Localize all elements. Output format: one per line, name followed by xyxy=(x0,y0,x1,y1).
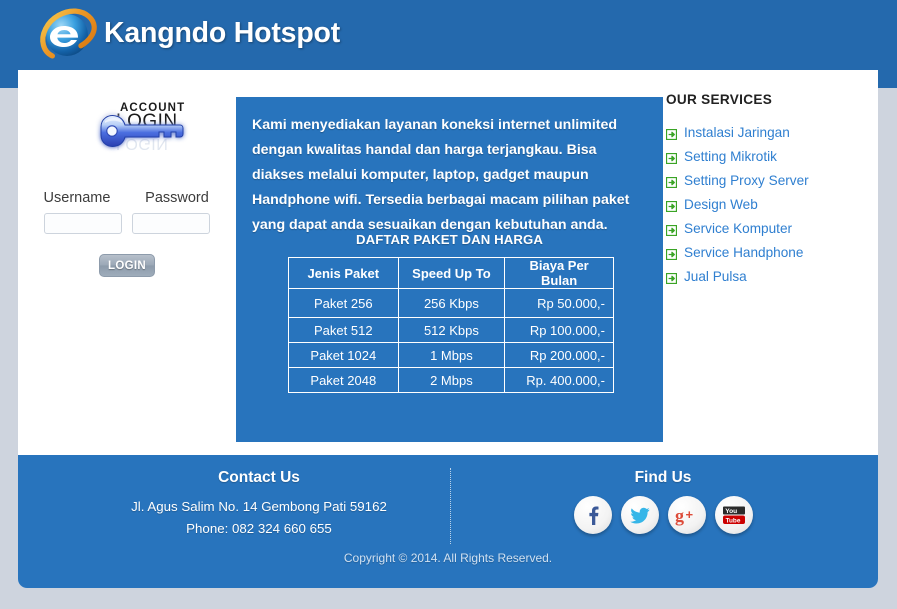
field-input-row xyxy=(18,213,236,234)
cell-paket: Paket 2048 xyxy=(288,367,399,393)
cell-price: Rp 100.000,- xyxy=(504,317,614,343)
arrow-right-box-icon xyxy=(665,271,678,284)
sidebar-item-label: Setting Mikrotik xyxy=(684,148,777,164)
column-header-speed: Speed Up To xyxy=(397,257,506,289)
cell-speed: 1 Mbps xyxy=(397,342,506,368)
arrow-right-box-icon xyxy=(665,175,678,188)
svg-text:You: You xyxy=(725,508,737,515)
svg-text:Tube: Tube xyxy=(725,517,740,524)
sidebar-item-service-handphone[interactable]: Service Handphone xyxy=(665,240,871,264)
cell-speed: 256 Kbps xyxy=(397,288,506,318)
login-panel: ACCOUNT LOGIN LOGIN Username Password LO… xyxy=(18,70,236,455)
cell-paket: Paket 1024 xyxy=(288,342,399,368)
password-label: Password xyxy=(145,190,209,206)
page-root: Kangndo Hotspot ACCOUNT LOGIN LOGIN User… xyxy=(0,0,897,609)
footer-divider xyxy=(450,468,451,544)
facebook-icon[interactable] xyxy=(573,496,612,534)
cell-price: Rp 50.000,- xyxy=(504,288,614,318)
cell-price: Rp. 400.000,- xyxy=(504,367,614,393)
intro-paragraph: Kami menyediakan layanan koneksi interne… xyxy=(252,117,630,233)
login-button[interactable]: LOGIN xyxy=(99,254,155,277)
promo-panel: Kami menyediakan layanan koneksi interne… xyxy=(236,97,663,442)
column-header-price: Biaya Per Bulan xyxy=(504,257,614,289)
sidebar-item-label: Design Web xyxy=(684,196,758,212)
table-row: Paket 2048 2 Mbps Rp. 400.000,- xyxy=(288,367,614,393)
sidebar-item-setting-proxy-server[interactable]: Setting Proxy Server xyxy=(665,168,871,192)
table-row: Paket 256 256 Kbps Rp 50.000,- xyxy=(288,288,614,318)
login-form: Username Password LOGIN xyxy=(18,190,236,277)
username-label: Username xyxy=(43,190,111,206)
contact-block: Contact Us Jl. Agus Salim No. 14 Gembong… xyxy=(80,469,438,540)
cell-paket: Paket 256 xyxy=(288,288,399,318)
username-input[interactable] xyxy=(44,213,122,234)
table-header-row: Jenis Paket Speed Up To Biaya Per Bulan xyxy=(288,257,614,289)
youtube-icon[interactable]: You Tube xyxy=(714,496,753,534)
find-us-block: Find Us g + You Tube xyxy=(488,469,838,534)
sidebar-item-label: Service Komputer xyxy=(684,220,793,236)
svg-text:g: g xyxy=(675,506,684,526)
sidebar-item-instalasi-jaringan[interactable]: Instalasi Jaringan xyxy=(665,120,871,144)
content-area: ACCOUNT LOGIN LOGIN Username Password LO… xyxy=(18,70,878,455)
cell-speed: 512 Kbps xyxy=(397,317,506,343)
site-footer: Contact Us Jl. Agus Salim No. 14 Gembong… xyxy=(18,455,878,588)
sidebar-item-service-komputer[interactable]: Service Komputer xyxy=(665,216,871,240)
account-login-graphic: ACCOUNT LOGIN LOGIN xyxy=(72,94,196,170)
arrow-right-box-icon xyxy=(665,247,678,260)
page-title: Kangndo Hotspot xyxy=(104,17,341,49)
contact-address: Jl. Agus Salim No. 14 Gembong Pati 59162 xyxy=(131,499,387,514)
google-plus-icon[interactable]: g + xyxy=(667,496,706,534)
svg-text:+: + xyxy=(685,507,693,522)
sidebar-item-jual-pulsa[interactable]: Jual Pulsa xyxy=(665,264,871,288)
price-table-heading: DAFTAR PAKET DAN HARGA xyxy=(355,232,544,247)
contact-phone: Phone: 082 324 660 655 xyxy=(186,521,332,536)
cell-paket: Paket 512 xyxy=(288,317,399,343)
sidebar-item-label: Setting Proxy Server xyxy=(684,172,809,188)
twitter-icon[interactable] xyxy=(620,496,659,534)
arrow-right-box-icon xyxy=(665,151,678,164)
password-input[interactable] xyxy=(132,213,210,234)
sidebar-item-label: Service Handphone xyxy=(684,244,804,260)
copyright-text: Copyright © 2014. All Rights Reserved. xyxy=(343,551,553,565)
table-row: Paket 512 512 Kbps Rp 100.000,- xyxy=(288,317,614,343)
price-table: Jenis Paket Speed Up To Biaya Per Bulan … xyxy=(288,257,614,393)
find-us-heading: Find Us xyxy=(634,469,692,486)
sidebar-item-design-web[interactable]: Design Web xyxy=(665,192,871,216)
cell-speed: 2 Mbps xyxy=(397,367,506,393)
arrow-right-box-icon xyxy=(665,127,678,140)
table-row: Paket 1024 1 Mbps Rp 200.000,- xyxy=(288,342,614,368)
sidebar-item-label: Instalasi Jaringan xyxy=(684,124,790,140)
services-panel: OUR SERVICES Instalasi Jaringan Setting … xyxy=(665,92,871,288)
field-label-row: Username Password xyxy=(18,190,236,206)
social-links: g + You Tube xyxy=(488,496,838,534)
sidebar-item-label: Jual Pulsa xyxy=(684,268,747,284)
arrow-right-box-icon xyxy=(665,223,678,236)
column-header-paket: Jenis Paket xyxy=(288,257,399,289)
services-heading: OUR SERVICES xyxy=(666,92,773,107)
internet-explorer-logo xyxy=(38,7,100,65)
sidebar-item-setting-mikrotik[interactable]: Setting Mikrotik xyxy=(665,144,871,168)
arrow-right-box-icon xyxy=(665,199,678,212)
cell-price: Rp 200.000,- xyxy=(504,342,614,368)
contact-heading: Contact Us xyxy=(218,469,300,486)
